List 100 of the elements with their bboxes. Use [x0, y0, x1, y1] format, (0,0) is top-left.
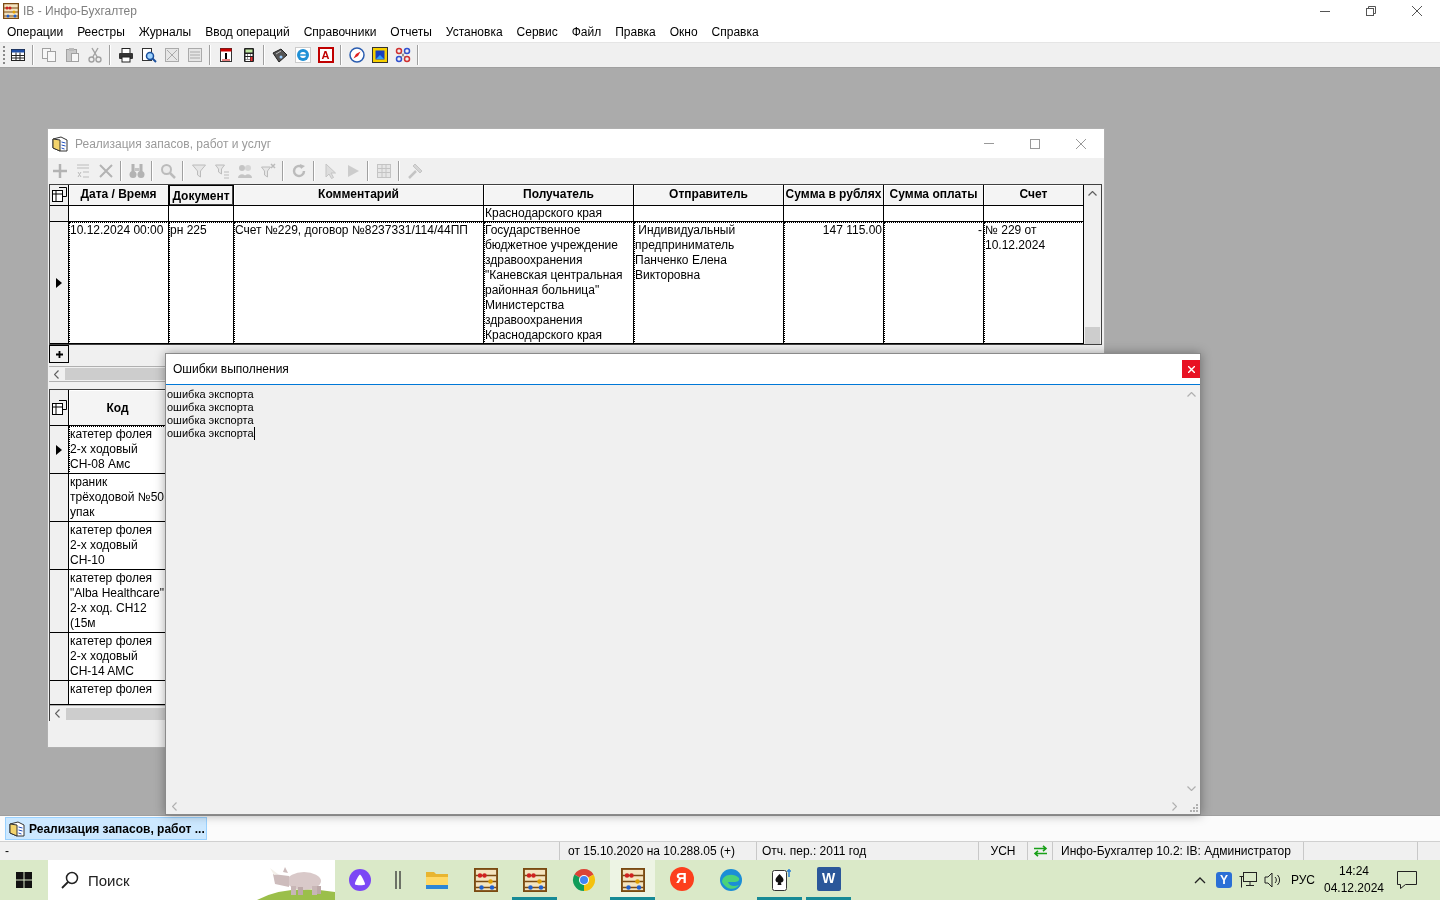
picture-icon[interactable]	[371, 47, 388, 63]
menu-item[interactable]: Реестры	[77, 23, 125, 41]
error-line: ошибка экспорта	[167, 427, 254, 440]
scrollbar-thumb[interactable]	[66, 707, 166, 720]
assistant-icon	[347, 868, 372, 892]
column-header[interactable]: Счет	[984, 185, 1084, 206]
resize-grip-icon[interactable]	[1189, 803, 1198, 812]
close-button[interactable]	[1182, 360, 1200, 378]
dialog-title: Ошибки выполнения	[173, 361, 289, 378]
table-cell: 147 115.00	[784, 222, 884, 344]
table-cell: -	[884, 222, 984, 344]
row-header[interactable]	[50, 206, 69, 222]
close-icon	[1187, 365, 1195, 373]
device-icon[interactable]	[271, 47, 288, 63]
menu-item[interactable]: Операции	[7, 23, 64, 41]
print-preview-icon[interactable]	[140, 47, 157, 63]
column-header[interactable]: Дата / Время	[69, 185, 169, 206]
clock-time[interactable]: 14:24	[1339, 863, 1369, 880]
add-row-button[interactable]	[49, 345, 69, 363]
row-header[interactable]	[50, 522, 69, 570]
double-bar-icon	[395, 871, 401, 889]
menu-item[interactable]: Ввод операций	[205, 23, 290, 41]
table-icon[interactable]	[9, 47, 26, 63]
abacus-icon	[3, 3, 19, 19]
printer-icon[interactable]	[117, 47, 134, 63]
error-line: ошибка экспорта	[167, 401, 254, 414]
column-header[interactable]: Сумма в рублях	[784, 185, 884, 206]
window-title: IB - Инфо-Бухгалтер	[23, 3, 137, 20]
chevron-right-icon[interactable]	[1172, 801, 1177, 811]
window-tab[interactable]: Реализация запасов, работ ...	[5, 817, 207, 840]
scrollbar-thumb[interactable]	[65, 368, 166, 380]
notebook-icon	[52, 135, 68, 152]
menu-item[interactable]: Сервис	[516, 23, 558, 41]
abacus-icon	[522, 868, 547, 892]
scrollbar-thumb[interactable]	[1085, 327, 1100, 344]
table-cell: рн 225	[169, 222, 234, 344]
row-header[interactable]	[50, 681, 69, 705]
swirl-icon	[718, 868, 743, 892]
clock-date[interactable]: 04.12.2024	[1323, 880, 1385, 897]
menu-item[interactable]: Отчеты	[390, 23, 432, 41]
table-settings-icon[interactable]	[51, 399, 67, 416]
horizontal-scrollbar[interactable]	[49, 366, 166, 382]
language-indicator[interactable]: РУС	[1284, 871, 1322, 889]
error-line: ошибка экспорта	[167, 388, 254, 401]
column-header[interactable]: Сумма оплаты	[884, 185, 984, 206]
column-header[interactable]: Отправитель	[634, 185, 784, 206]
column-header[interactable]: Получатель	[484, 185, 634, 206]
minimize-icon[interactable]	[1320, 10, 1330, 12]
speaker-icon[interactable]	[1263, 872, 1281, 888]
taskbar-button[interactable]	[610, 860, 655, 900]
notebook-icon	[9, 820, 25, 837]
tray-app-button[interactable]: Y	[1216, 872, 1232, 888]
compass-icon[interactable]	[348, 47, 365, 63]
segmented-ring-icon	[571, 868, 596, 892]
error-line: ошибка экспорта	[167, 414, 254, 427]
menu-item[interactable]: Справочники	[303, 23, 377, 41]
row-header[interactable]	[50, 222, 69, 344]
calendar-icon[interactable]	[217, 47, 234, 63]
speech-bubble-icon[interactable]	[1397, 871, 1417, 889]
menu-item[interactable]: Окно	[669, 23, 698, 41]
restore-icon[interactable]	[1366, 6, 1376, 16]
chevron-up-icon[interactable]	[1088, 191, 1097, 196]
close-icon[interactable]	[1412, 6, 1422, 16]
column-header[interactable]: Комментарий	[234, 185, 484, 206]
chevron-up-icon[interactable]	[1194, 876, 1206, 884]
row-header[interactable]	[50, 633, 69, 681]
maximize-icon[interactable]	[1030, 138, 1040, 149]
column-header[interactable]: Документ	[169, 185, 234, 206]
error-log-field[interactable]: ошибка экспорта ошибка экспорта ошибка экспорта ошибка экспорта	[166, 385, 1183, 798]
abacus-icon	[473, 868, 498, 892]
toolbar-button[interactable]: A	[317, 47, 334, 63]
menu-item[interactable]: Установка	[445, 23, 503, 41]
row-header[interactable]	[50, 426, 69, 474]
menu-item[interactable]: Справка	[711, 23, 759, 41]
table-cell: Государственное бюджетное учреждение здравоохранения "Каневская центральная районная больница" Министерства здравоохранения Краснодарского края	[484, 222, 634, 344]
table-cell: Индивидуальный предприниматель Панченко Елена Викторовна	[634, 222, 784, 344]
monitor-icon[interactable]	[1239, 872, 1257, 888]
vertical-scrollbar[interactable]	[1084, 185, 1101, 344]
plus-icon	[55, 350, 63, 358]
chevron-left-icon[interactable]	[55, 709, 60, 718]
sync-arrows-icon	[1032, 845, 1048, 857]
ring-icon[interactable]	[294, 47, 311, 63]
menu-item[interactable]: Журналы	[138, 23, 192, 41]
abacus-icon	[620, 868, 645, 892]
column-header[interactable]: Код	[69, 390, 166, 426]
row-header[interactable]	[50, 570, 69, 633]
taskbar-button[interactable]: W	[806, 860, 851, 900]
taskbar-button[interactable]: Я	[659, 860, 704, 900]
four-squares-icon[interactable]	[16, 872, 32, 888]
menu-item[interactable]: Файл	[571, 23, 602, 41]
chevron-left-icon[interactable]	[54, 369, 59, 379]
table-cell: 10.12.2024 00:00	[69, 222, 169, 344]
table-cell: Краснодарского края	[484, 206, 634, 222]
chevron-down-icon[interactable]	[1187, 786, 1196, 791]
folder-icon	[424, 870, 449, 890]
row-header[interactable]	[50, 474, 69, 522]
linked-rings-icon[interactable]	[394, 47, 411, 63]
horizontal-scrollbar[interactable]	[50, 705, 166, 721]
row-pointer-icon	[56, 277, 62, 288]
menu-item[interactable]: Правка	[615, 23, 656, 41]
